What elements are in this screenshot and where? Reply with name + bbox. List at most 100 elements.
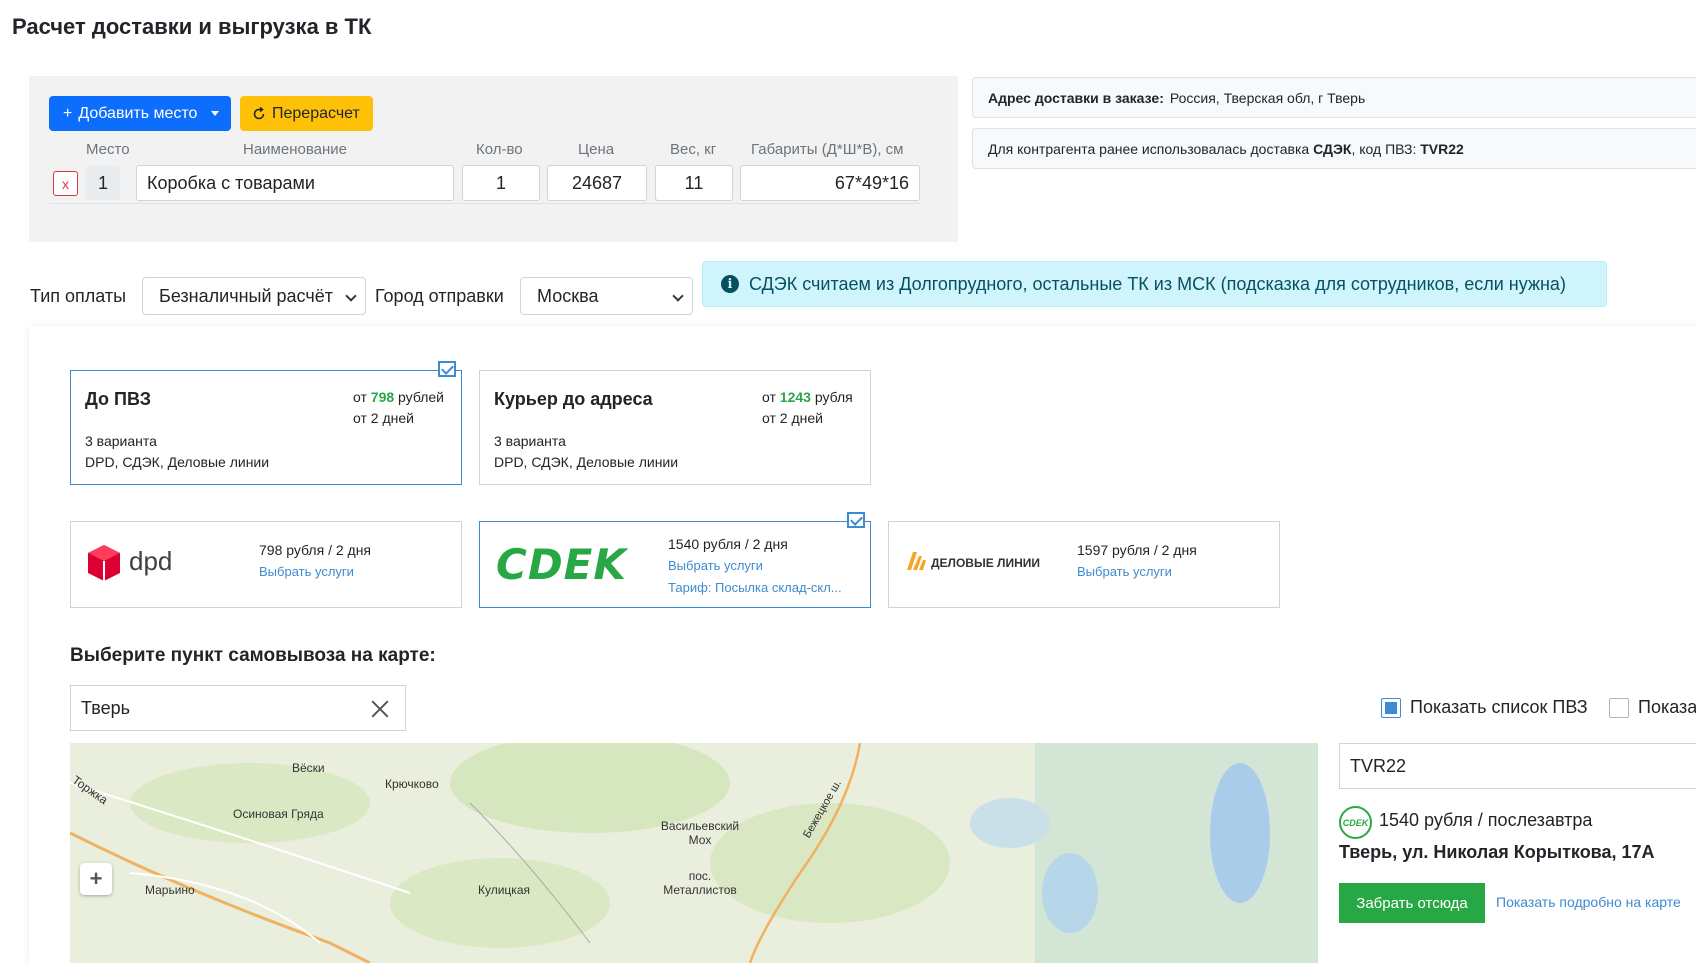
map-label: Васильевский Мох bbox=[660, 819, 740, 847]
show-other-checkbox[interactable] bbox=[1609, 698, 1629, 718]
dellin-logo-text: ДЕЛОВЫЕ ЛИНИИ bbox=[931, 556, 1041, 570]
map-label: Кулицкая bbox=[478, 883, 530, 897]
dpd-logo-text: dpd bbox=[129, 546, 173, 576]
add-place-label: Добавить место bbox=[78, 104, 198, 122]
chevron-down-icon bbox=[672, 290, 684, 302]
payment-type-select[interactable]: Безналичный расчёт bbox=[142, 277, 366, 315]
option-carriers: DPD, СДЭК, Деловые линии bbox=[494, 454, 679, 470]
payment-type-label: Тип оплаты bbox=[30, 286, 127, 306]
previous-carrier-text: Для контрагента ранее использовалась дос… bbox=[988, 140, 1310, 157]
place-dims-input[interactable]: 67*49*16 bbox=[740, 165, 920, 201]
selected-check-icon bbox=[438, 361, 456, 377]
map-background bbox=[70, 743, 1318, 963]
delete-place-button[interactable]: x bbox=[53, 171, 78, 196]
carrier-price: 1540 рубля / 2 дня bbox=[668, 536, 788, 552]
map-label: Осиновая Гряда bbox=[233, 807, 324, 821]
zoom-in-button[interactable]: + bbox=[80, 863, 112, 895]
header-name: Наименование bbox=[243, 141, 347, 158]
info-icon: i bbox=[721, 275, 739, 293]
take-from-here-button[interactable]: Забрать отсюда bbox=[1339, 883, 1485, 923]
option-price: от 1243 рубля от 2 дней bbox=[762, 387, 853, 429]
cdek-logo-icon: CDEK bbox=[1339, 806, 1372, 839]
price-suffix: рубля bbox=[814, 389, 853, 405]
pvz-price: 1540 рубля / послезавтра bbox=[1379, 810, 1593, 830]
carrier-card-dellin[interactable]: ДЕЛОВЫЕ ЛИНИИ 1597 рубля / 2 дня Выбрать… bbox=[888, 521, 1280, 608]
option-price: от 798 рублей от 2 дней bbox=[353, 387, 444, 429]
option-title: Курьер до адреса bbox=[494, 389, 653, 409]
pvz-code-input[interactable]: TVR22 bbox=[1339, 743, 1696, 789]
delivery-address-box: Адрес доставки в заказе: Россия, Тверска… bbox=[972, 77, 1696, 118]
caret-down-icon bbox=[211, 111, 220, 116]
map-label: Марьино bbox=[145, 883, 195, 897]
dellin-logo-icon bbox=[907, 552, 926, 570]
place-qty-input[interactable]: 1 bbox=[462, 165, 540, 201]
city-search-input[interactable]: Тверь bbox=[70, 685, 406, 731]
place-price-input[interactable]: 24687 bbox=[547, 165, 647, 201]
choose-services-link[interactable]: Выбрать услуги bbox=[668, 558, 763, 573]
pvz-address: Тверь, ул. Николая Корыткова, 17А bbox=[1339, 842, 1655, 862]
option-days: от 2 дней bbox=[762, 410, 823, 426]
price-value: 1243 bbox=[779, 389, 811, 405]
row-divider bbox=[49, 203, 921, 204]
option-card-courier[interactable]: Курьер до адреса от 1243 рубля от 2 дней… bbox=[479, 370, 871, 485]
carrier-price: 798 рубля / 2 дня bbox=[259, 542, 371, 558]
header-price: Цена bbox=[578, 141, 615, 158]
add-place-button[interactable]: + Добавить место bbox=[49, 96, 231, 131]
option-details: 3 варианта DPD, СДЭК, Деловые линии bbox=[85, 431, 269, 473]
payment-type-value: Безналичный расчёт bbox=[159, 285, 333, 306]
place-number: 1 bbox=[86, 166, 120, 200]
place-weight-input[interactable]: 11 bbox=[655, 165, 733, 201]
previous-code-label: , код ПВЗ: bbox=[1351, 140, 1417, 157]
refresh-icon bbox=[253, 106, 265, 119]
option-count: 3 варианта bbox=[494, 433, 566, 449]
show-pvz-list-checkbox[interactable] bbox=[1381, 698, 1401, 718]
show-other-label: Показа bbox=[1638, 697, 1696, 717]
carrier-card-cdek[interactable]: CDEK 1540 рубля / 2 дня Выбрать услуги Т… bbox=[479, 521, 871, 608]
pickup-map[interactable]: Вёски Крючково Торжка Осиновая Гряда Мар… bbox=[70, 743, 1318, 963]
header-qty: Кол-во bbox=[476, 141, 523, 158]
option-title: До ПВЗ bbox=[85, 389, 152, 409]
plus-icon: + bbox=[63, 104, 73, 122]
price-suffix: рублей bbox=[398, 389, 444, 405]
recalculate-label: Перерасчет bbox=[272, 104, 360, 122]
header-place: Место bbox=[86, 141, 130, 158]
place-name-input[interactable]: Коробка с товарами bbox=[136, 165, 454, 201]
tariff-link[interactable]: Тариф: Посылка склад-скл... bbox=[668, 580, 842, 595]
pickup-section-title: Выберите пункт самовывоза на карте: bbox=[70, 645, 436, 666]
choose-services-link[interactable]: Выбрать услуги bbox=[1077, 564, 1172, 579]
hint-text: СДЭК считаем из Долгопрудного, остальные… bbox=[749, 273, 1566, 294]
address-value: Россия, Тверская обл, г Тверь bbox=[1169, 89, 1366, 106]
hint-alert: i СДЭК считаем из Долгопрудного, остальн… bbox=[702, 261, 1607, 307]
price-prefix: от bbox=[762, 389, 776, 405]
option-details: 3 варианта DPD, СДЭК, Деловые линии bbox=[494, 431, 678, 473]
departure-city-value: Москва bbox=[537, 285, 599, 306]
price-prefix: от bbox=[353, 389, 367, 405]
show-on-map-link[interactable]: Показать подробно на карте bbox=[1496, 894, 1681, 910]
map-label: Вёски bbox=[292, 761, 325, 775]
chevron-down-icon bbox=[345, 290, 357, 302]
header-weight: Вес, кг bbox=[670, 141, 717, 158]
map-label: Крючково bbox=[385, 777, 439, 791]
previous-carrier-name: СДЭК bbox=[1313, 140, 1352, 157]
option-card-pvz[interactable]: До ПВЗ от 798 рублей от 2 дней 3 вариант… bbox=[70, 370, 462, 485]
header-dims: Габариты (Д*Ш*В), см bbox=[751, 141, 904, 158]
departure-city-select[interactable]: Москва bbox=[520, 277, 693, 315]
departure-city-label: Город отправки bbox=[375, 286, 504, 306]
show-pvz-list-label: Показать список ПВЗ bbox=[1410, 697, 1588, 717]
previous-pvz-code: TVR22 bbox=[1420, 140, 1464, 157]
cdek-logo: CDEK bbox=[496, 540, 627, 589]
price-value: 798 bbox=[370, 389, 395, 405]
address-label: Адрес доставки в заказе: bbox=[988, 89, 1164, 106]
map-label: пос. Металлистов bbox=[663, 869, 737, 897]
choose-services-link[interactable]: Выбрать услуги bbox=[259, 564, 354, 579]
page-title: Расчет доставки и выгрузка в ТК bbox=[12, 14, 372, 39]
clear-icon[interactable] bbox=[371, 700, 389, 718]
city-search-value: Тверь bbox=[81, 697, 130, 718]
previous-carrier-box: Для контрагента ранее использовалась дос… bbox=[972, 128, 1696, 169]
dpd-logo-icon bbox=[88, 545, 120, 581]
carrier-card-dpd[interactable]: dpd 798 рубля / 2 дня Выбрать услуги bbox=[70, 521, 462, 608]
carrier-price: 1597 рубля / 2 дня bbox=[1077, 542, 1197, 558]
option-days: от 2 дней bbox=[353, 410, 414, 426]
option-count: 3 варианта bbox=[85, 433, 157, 449]
recalculate-button[interactable]: Перерасчет bbox=[240, 96, 373, 131]
